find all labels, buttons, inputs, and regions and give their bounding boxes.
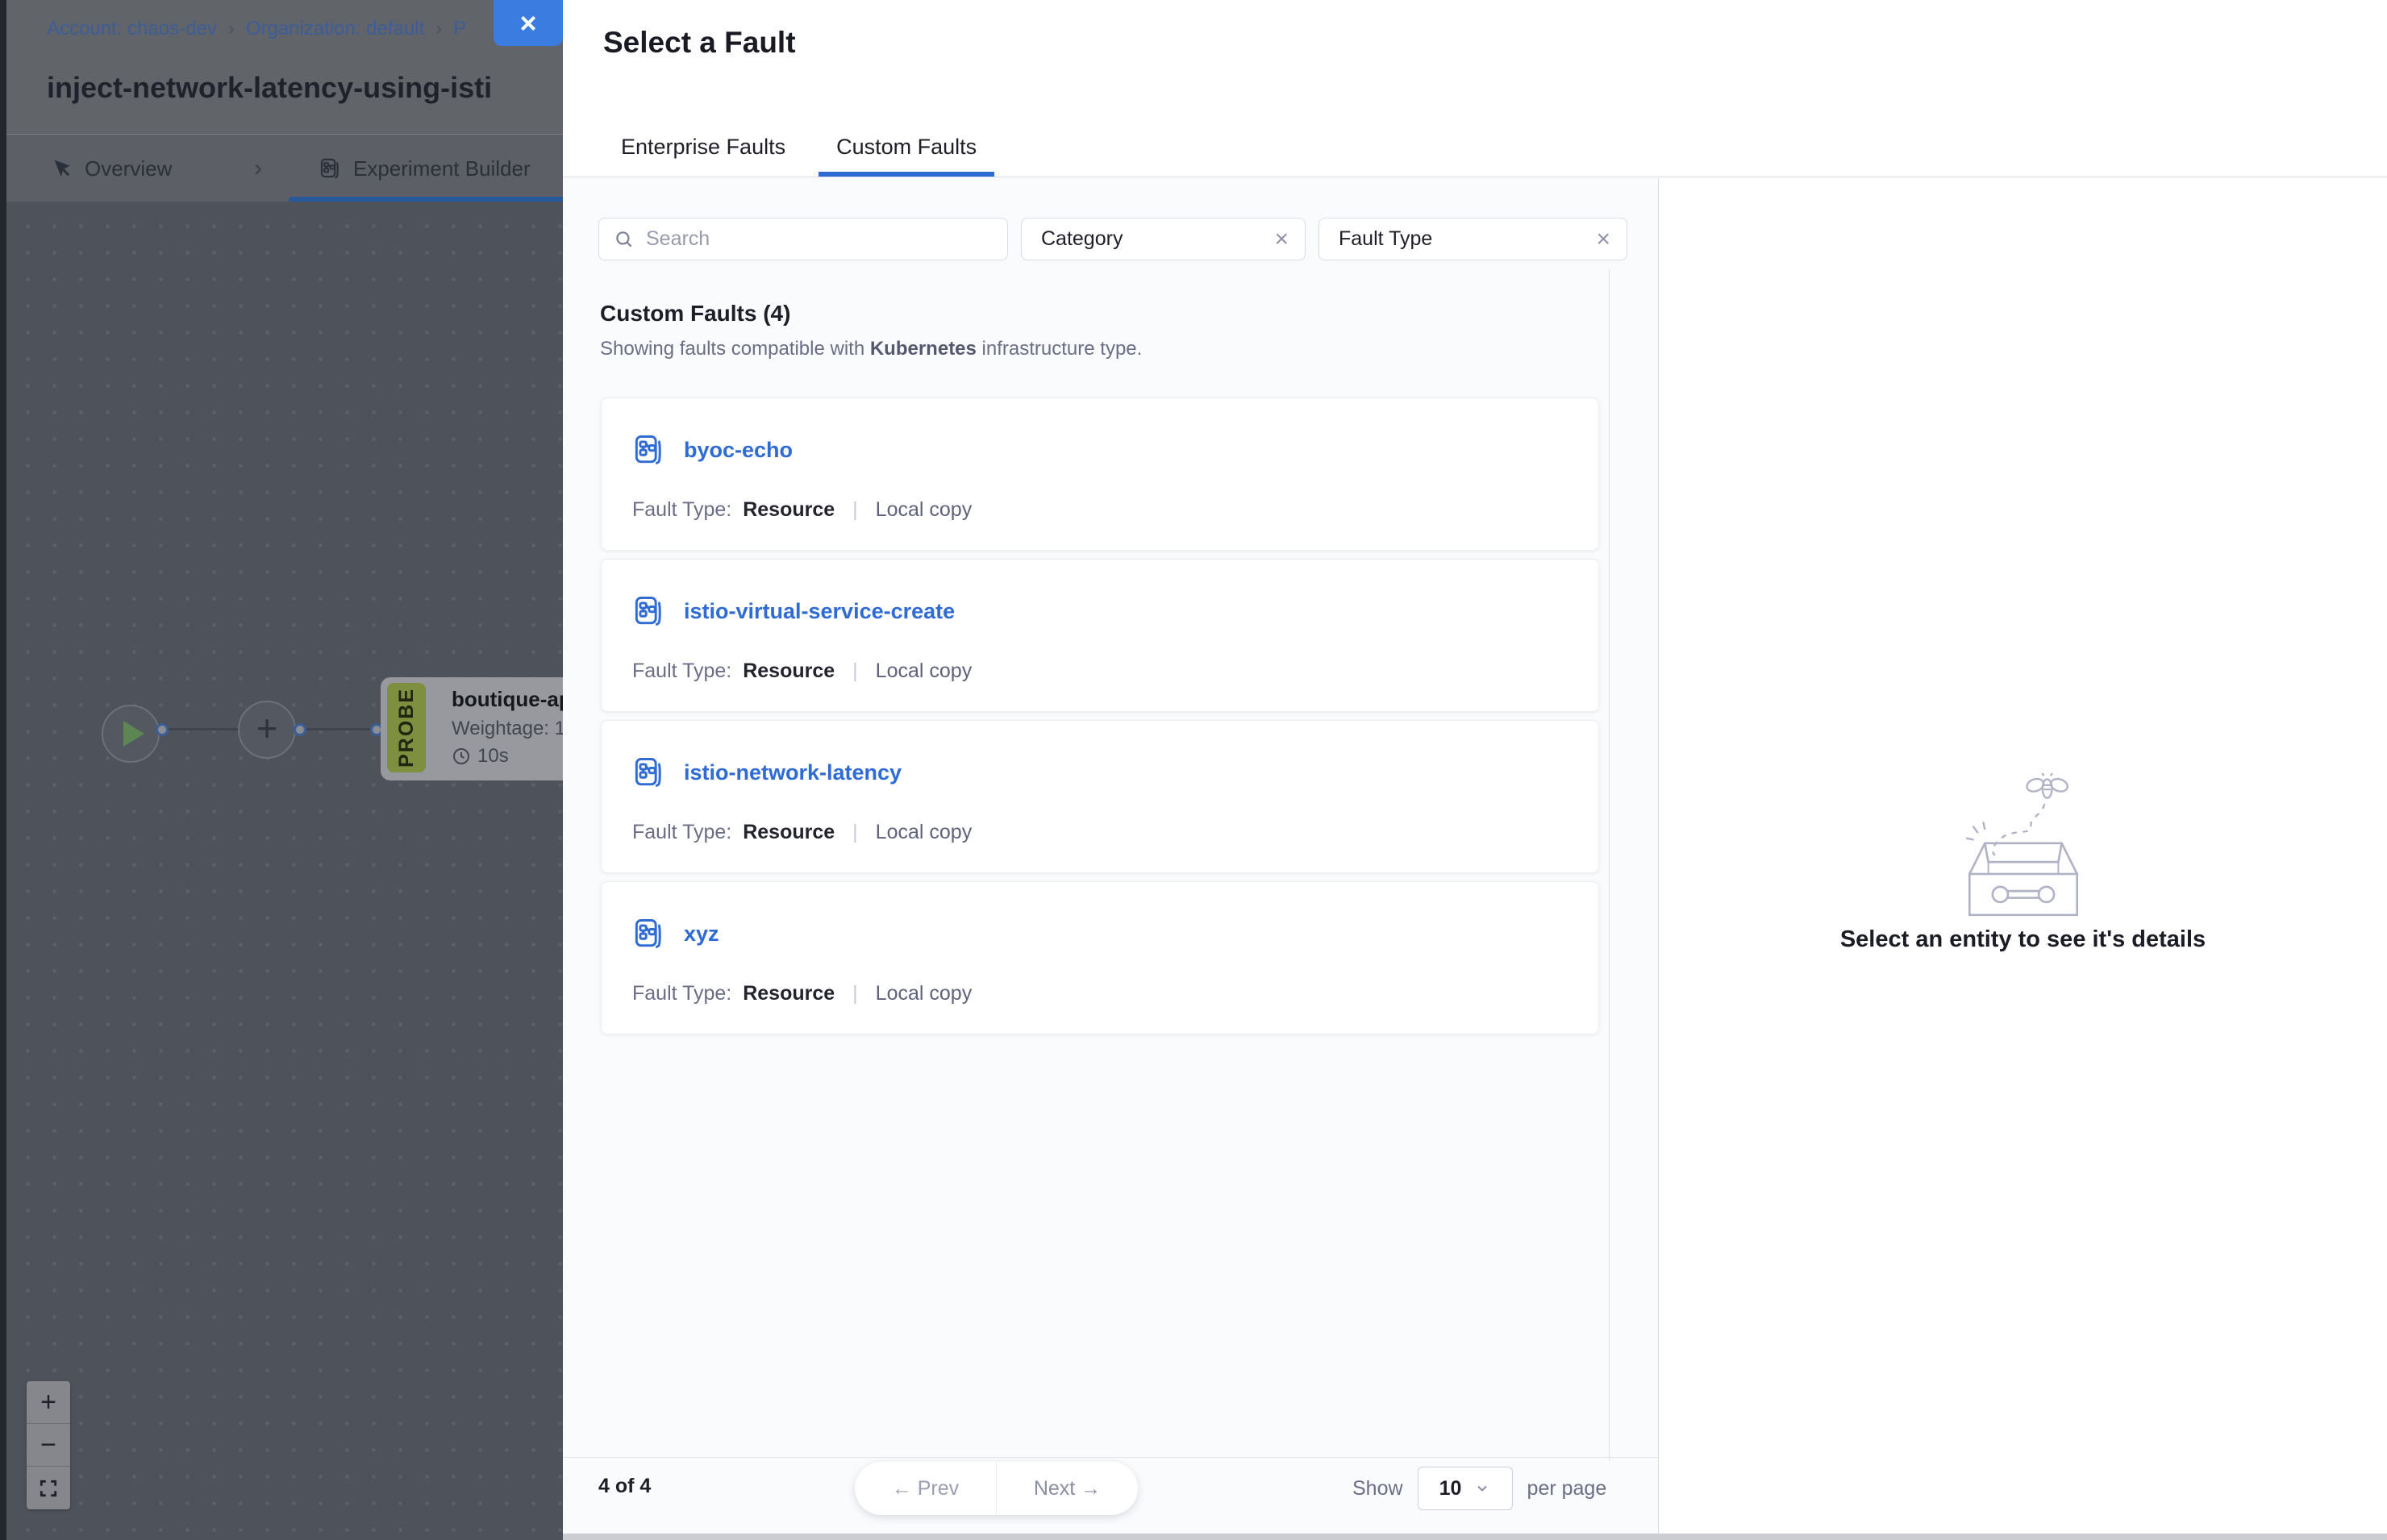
probe-duration: 10s — [452, 745, 509, 768]
left-nav-edge — [0, 0, 6, 1540]
empty-box-illustration-icon — [1935, 773, 2112, 918]
section-title: Custom Faults (4) — [600, 301, 790, 327]
edge-line — [306, 728, 377, 730]
probe-badge: PROBE — [387, 683, 426, 772]
close-button[interactable]: × — [494, 0, 563, 46]
experiment-title: inject-network-latency-using-isti — [47, 71, 566, 105]
list-scroll-border-bottom — [563, 1457, 1658, 1458]
fullscreen-button[interactable] — [27, 1467, 70, 1509]
fault-icon — [631, 916, 666, 951]
connector-point — [294, 723, 306, 736]
breadcrumb-project[interactable]: P — [453, 18, 466, 40]
fault-card[interactable]: istio-virtual-service-create Fault Type:… — [601, 559, 1599, 712]
fault-copy-badge: Local copy — [876, 821, 973, 844]
list-scroll-border — [1609, 268, 1610, 1461]
fault-icon — [631, 432, 666, 468]
fault-type-value: Resource — [743, 821, 835, 844]
fault-card[interactable]: istio-network-latency Fault Type:Resourc… — [601, 720, 1599, 873]
fault-name-link[interactable]: xyz — [684, 922, 719, 947]
probe-weightage: Weightage: 10 — [452, 718, 563, 740]
fullscreen-icon — [38, 1478, 59, 1499]
breadcrumb-account[interactable]: Account: chaos-dev — [47, 18, 217, 40]
fault-icon — [631, 755, 666, 790]
breadcrumb-organization[interactable]: Organization: default — [246, 18, 424, 40]
drawer-title: Select a Fault — [603, 26, 796, 60]
edge-line — [169, 728, 244, 730]
fault-copy-badge: Local copy — [876, 660, 973, 683]
clear-category-icon[interactable]: × — [1274, 227, 1289, 252]
horizontal-scrollbar[interactable] — [563, 1534, 2387, 1540]
fault-copy-badge: Local copy — [876, 982, 973, 1005]
fault-meta: Fault Type:Resource|Local copy — [632, 982, 972, 1005]
fault-icon — [631, 593, 666, 629]
page-size-select[interactable]: 10 — [1418, 1467, 1513, 1510]
clear-fault-type-icon[interactable]: × — [1596, 227, 1610, 252]
breadcrumb-separator-icon: › — [228, 18, 235, 40]
drawer-header: Select a Fault Enterprise Faults Custom … — [563, 0, 2387, 177]
page-size-group: Show 10 per page — [1352, 1467, 1606, 1510]
fault-type-filter[interactable]: Fault Type × — [1318, 218, 1627, 260]
category-filter-label: Category — [1041, 227, 1123, 251]
fault-list-panel: Category × Fault Type × Custom Faults (4… — [563, 178, 1659, 1540]
experiment-canvas[interactable]: + PROBE boutique-ap Weightage: 10 10s + … — [6, 202, 563, 1540]
prev-page-button[interactable]: ← Prev — [855, 1462, 997, 1515]
experiment-tabbar: Overview › Experiment Builder — [6, 134, 563, 202]
fault-meta: Fault Type:Resource|Local copy — [632, 660, 972, 683]
search-box — [598, 218, 1008, 260]
per-page-label: per page — [1527, 1477, 1607, 1500]
plus-icon: + — [256, 710, 278, 747]
probe-name: boutique-ap — [452, 687, 563, 712]
empty-state-caption: Select an entity to see it's details — [1659, 926, 2387, 953]
breadcrumb-separator-icon: › — [435, 18, 442, 40]
search-input[interactable] — [646, 227, 993, 251]
fault-tabs: Enterprise Faults Custom Faults — [603, 123, 994, 177]
page-header: Account: chaos-dev › Organization: default… — [6, 0, 563, 134]
zoom-in-button[interactable]: + — [27, 1381, 70, 1424]
experiment-builder-icon — [318, 156, 342, 181]
fault-meta: Fault Type:Resource|Local copy — [632, 821, 972, 844]
fault-name-link[interactable]: istio-virtual-service-create — [684, 599, 955, 624]
tab-experiment-builder[interactable]: Experiment Builder — [318, 135, 531, 202]
probe-node-card[interactable]: PROBE boutique-ap Weightage: 10 10s — [381, 677, 563, 780]
breadcrumb: Account: chaos-dev › Organization: default… — [47, 18, 466, 40]
fault-card[interactable]: byoc-echo Fault Type:Resource|Local copy — [601, 397, 1599, 551]
zoom-out-button[interactable]: − — [27, 1424, 70, 1467]
fault-meta: Fault Type:Resource|Local copy — [632, 498, 972, 522]
background-page: Account: chaos-dev › Organization: default… — [0, 0, 563, 1540]
category-filter[interactable]: Category × — [1021, 218, 1306, 260]
fault-name-link[interactable]: istio-network-latency — [684, 760, 902, 785]
select-fault-drawer: × Select a Fault Enterprise Faults Custo… — [563, 0, 2387, 1540]
tab-experiment-builder-label: Experiment Builder — [353, 156, 531, 181]
search-icon — [614, 229, 635, 250]
play-icon — [123, 721, 144, 747]
tab-custom-faults[interactable]: Custom Faults — [819, 123, 994, 177]
fault-type-value: Resource — [743, 660, 835, 683]
tab-enterprise-faults[interactable]: Enterprise Faults — [603, 123, 803, 177]
chevron-down-icon — [1474, 1480, 1490, 1496]
next-page-button[interactable]: Next → — [997, 1462, 1138, 1515]
fault-name-link[interactable]: byoc-echo — [684, 438, 793, 463]
fault-detail-panel: Select an entity to see it's details — [1659, 178, 2387, 1540]
section-subtitle: Showing faults compatible with Kubernete… — [600, 338, 1142, 360]
add-step-node[interactable]: + — [238, 701, 296, 759]
clock-icon — [452, 747, 471, 766]
show-label: Show — [1352, 1477, 1403, 1500]
fault-copy-badge: Local copy — [876, 498, 973, 522]
tab-separator-chevron-icon: › — [254, 135, 262, 202]
canvas-zoom-controls: + − — [27, 1381, 70, 1509]
drawer-body: Category × Fault Type × Custom Faults (4… — [563, 178, 2387, 1540]
infrastructure-type: Kubernetes — [870, 338, 977, 360]
start-node[interactable] — [102, 705, 160, 763]
pagination-controls: ← Prev Next → — [855, 1462, 1138, 1515]
fault-card[interactable]: xyz Fault Type:Resource|Local copy — [601, 881, 1599, 1034]
fault-type-value: Resource — [743, 498, 835, 522]
connector-point — [156, 723, 169, 736]
tab-overview[interactable]: Overview — [51, 135, 172, 202]
overview-icon — [51, 157, 73, 180]
fault-type-filter-label: Fault Type — [1339, 227, 1432, 251]
tab-overview-label: Overview — [85, 156, 172, 181]
pagination-count: 4 of 4 — [598, 1475, 651, 1498]
fault-type-value: Resource — [743, 982, 835, 1005]
